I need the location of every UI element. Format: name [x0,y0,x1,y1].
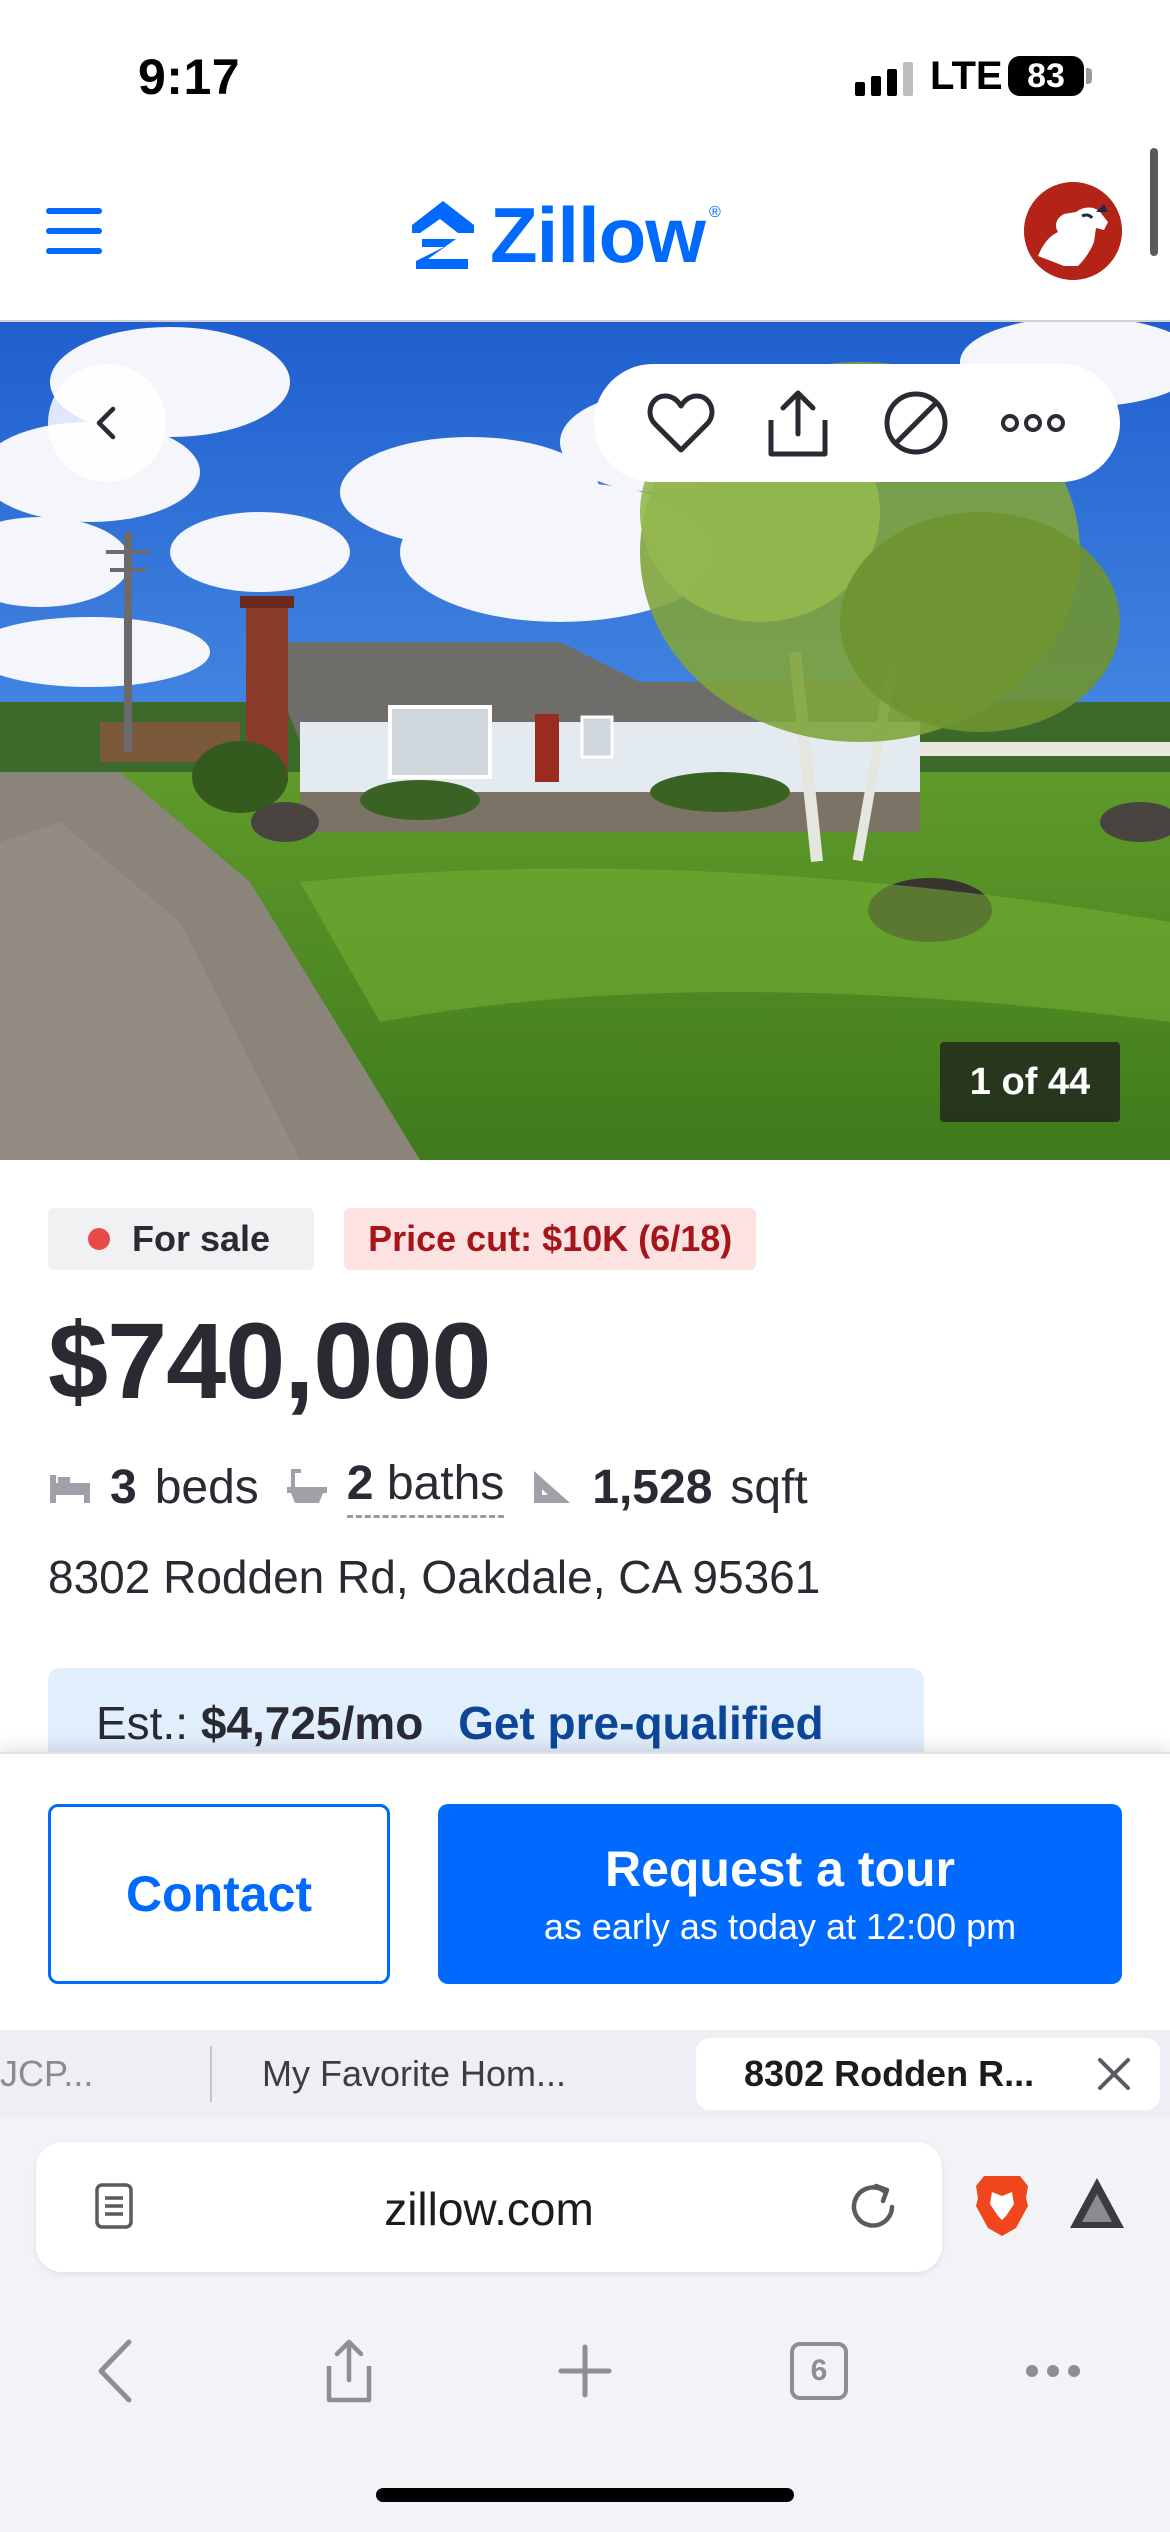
status-badges: For sale Price cut: $10K (6/18) [48,1208,757,1270]
browser-tab[interactable]: My Favorite Hom... [262,2030,662,2118]
for-sale-label: For sale [132,1218,271,1259]
active-tab-title: 8302 Rodden R... [744,2053,1035,2094]
menu-icon[interactable] [46,208,102,254]
photo-actions [594,364,1120,482]
status-time: 9:17 [138,49,241,105]
listing-details: For sale Price cut: $10K (6/18) $740,000… [0,1160,1170,1768]
url-text: zillow.com [384,2183,594,2235]
photo-counter: 1 of 44 [940,1042,1120,1122]
property-address: 8302 Rodden Rd, Oakdale, CA 95361 [48,1551,821,1603]
browser-tab-active[interactable]: 8302 Rodden R... [696,2038,1160,2110]
brave-shields-icon[interactable] [972,2172,1032,2238]
contact-button[interactable]: Contact [48,1804,390,1984]
est-label: Est.: [96,1697,189,1749]
zillow-z-icon [412,201,474,269]
address-bar[interactable]: zillow.com [36,2142,942,2272]
user-avatar[interactable] [1024,182,1122,280]
photo-back-button[interactable] [48,364,166,482]
brave-rewards-icon[interactable] [1066,2174,1128,2232]
zillow-logo[interactable]: Zillow ® [410,190,721,280]
browser-toolbar: 6 [0,2308,1170,2428]
chevron-left-icon [98,2339,132,2403]
sqft-fact: 1,528 sqft [530,1460,808,1515]
close-tab-icon[interactable] [1094,2054,1134,2094]
hide-home-button[interactable] [871,378,961,468]
more-icon [1026,2365,1080,2377]
share-icon [768,390,828,457]
sale-status-dot [88,1228,110,1250]
beds-value: 3 [110,1460,137,1514]
horse-logo-icon [1024,182,1122,280]
bed-icon [50,1475,90,1503]
ruler-icon [534,1471,571,1503]
beds-fact: 3 beds [48,1460,259,1515]
more-icon [1001,414,1066,432]
reload-icon[interactable] [846,2180,900,2234]
tab-count: 6 [790,2342,848,2400]
plus-icon [558,2344,612,2398]
status-bar: 9:17 LTE 83 [0,0,1170,150]
browser-menu-button[interactable] [1018,2336,1088,2406]
cellular-signal-icon [855,60,913,96]
baths-fact[interactable]: 2 baths [285,1456,505,1518]
save-home-button[interactable] [636,378,726,468]
browser-tab-strip: JCP... My Favorite Hom... 8302 Rodden R.… [0,2030,1170,2118]
site-header: Zillow ® [0,150,1170,322]
baths-text: 2 baths [346,1456,505,1518]
price-cut-badge: Price cut: $10K (6/18) [344,1208,757,1270]
listing-photo[interactable]: 1 of 44 [0,322,1170,1160]
scrollbar-thumb[interactable] [1150,148,1158,256]
listing-price: $740,000 [48,1300,491,1421]
registered-mark: ® [708,204,721,221]
network-type: LTE [930,54,1003,98]
request-tour-button[interactable]: Request a tour as early as today at 12:0… [438,1804,1122,1984]
cta-bar: Contact Request a tour as early as today… [0,1752,1170,2030]
browser-chrome: zillow.com 6 [0,2118,1170,2532]
battery-cap [1086,68,1092,84]
bath-icon [286,1469,327,1503]
tab-switcher-button[interactable]: 6 [784,2336,854,2406]
request-tour-sublabel: as early as today at 12:00 pm [543,1906,1017,1947]
baths-label: baths [386,1457,505,1510]
share-button[interactable] [314,2336,384,2406]
heart-icon [647,393,715,453]
home-indicator[interactable] [376,2488,794,2502]
for-sale-badge: For sale [48,1208,315,1270]
sqft-value: 1,528 [592,1460,713,1514]
block-icon [884,391,948,455]
est-payment: $4,725/mo [200,1697,424,1749]
share-button[interactable] [753,378,843,468]
more-options-button[interactable] [988,378,1078,468]
browser-tab[interactable]: JCP... [0,2030,208,2118]
request-tour-label: Request a tour [604,1841,956,1897]
zillow-wordmark: Zillow [490,190,706,279]
beds-label: beds [154,1460,259,1514]
tab-separator [210,2046,212,2102]
chevron-left-icon [96,406,116,440]
new-tab-button[interactable] [550,2336,620,2406]
back-button[interactable] [80,2336,150,2406]
get-prequalified-link[interactable]: Get pre-qualified [458,1697,823,1749]
home-facts: 3 beds 2 baths 1,528 sqft [48,1452,808,1522]
sqft-label: sqft [730,1460,808,1514]
baths-value: 2 [346,1457,374,1510]
battery-icon: 83 [1008,56,1084,96]
share-icon [326,2339,372,2403]
